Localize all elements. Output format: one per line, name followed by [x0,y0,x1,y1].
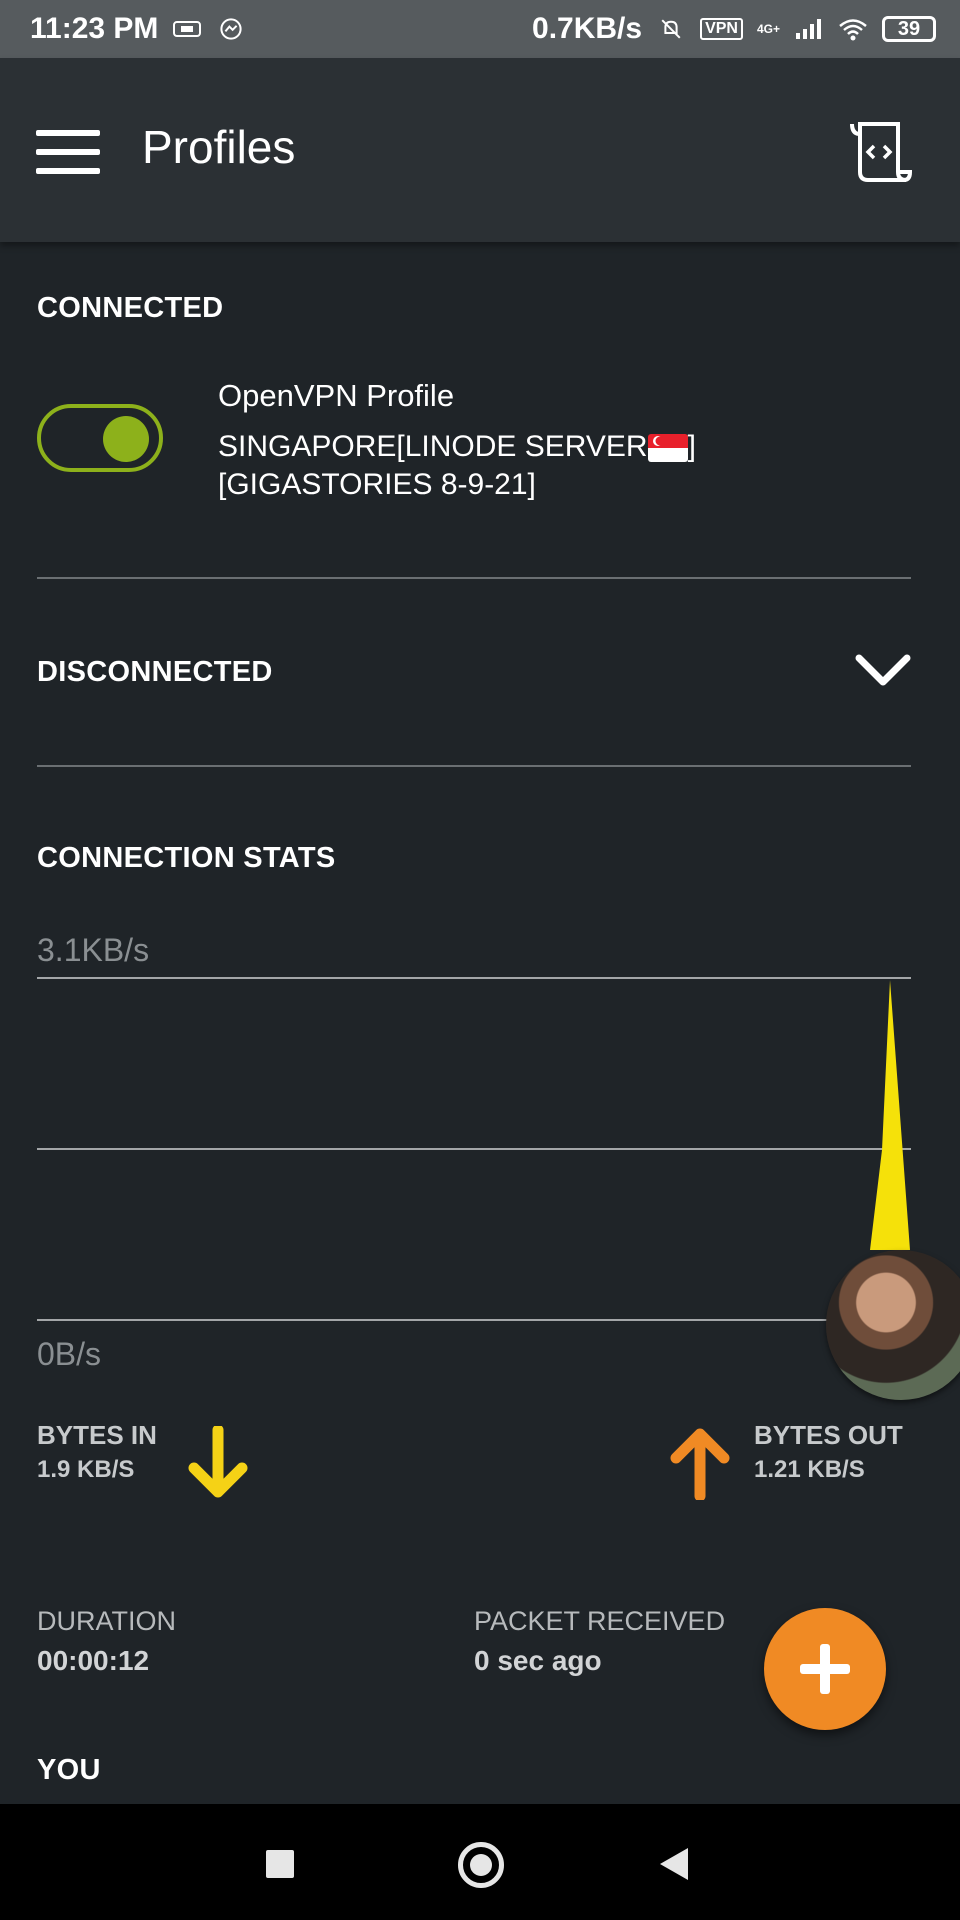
chart-gridline [37,1148,911,1150]
chart-gridline [37,977,911,979]
clock: 11:23 PM [30,12,159,45]
sim-card-icon [173,21,202,37]
arrow-up-icon [670,1428,730,1500]
battery-icon: 39 [882,16,936,42]
status-bar: 11:23 PM 0.7KB/s VPN 4G+ 39 [0,0,960,58]
wifi-icon [839,19,867,41]
home-button[interactable] [458,1842,504,1888]
you-heading: YOU [37,1754,101,1786]
messenger-icon [220,18,243,40]
singapore-flag-icon [647,434,688,463]
vpn-toggle[interactable] [37,404,163,472]
navigation-bar [0,1804,960,1920]
bytes-in-value: 1.9 KB/S [37,1456,135,1483]
profile-name[interactable]: OpenVPN Profile [218,378,454,414]
arrow-down-icon [188,1426,248,1498]
muted-bell-icon [661,19,681,39]
packet-received-label: PACKET RECEIVED [474,1606,726,1636]
chart-min-label: 0B/s [37,1336,102,1372]
signal-icon [796,19,821,39]
profile-server-close: ] [687,430,696,463]
network-type: 4G+ [756,22,780,36]
back-button[interactable] [660,1848,688,1880]
floating-avatar[interactable] [826,1250,960,1400]
vpn-badge: VPN [700,18,743,40]
divider [37,765,911,767]
bytes-out-label: BYTES OUT [754,1420,903,1450]
divider [37,577,911,579]
packet-received-value: 0 sec ago [474,1645,602,1676]
app-bar: Profiles [0,58,960,242]
disconnected-heading[interactable]: DISCONNECTED [37,656,273,689]
log-file-icon[interactable] [848,120,912,184]
chart-gridline [37,1319,911,1321]
bytes-out-value: 1.21 KB/S [754,1456,865,1483]
traffic-spike [870,980,910,1250]
chart-max-label: 3.1KB/s [37,932,150,968]
add-profile-button[interactable] [764,1608,886,1730]
chevron-down-icon[interactable] [854,650,912,690]
toggle-knob [103,416,149,462]
recents-button[interactable] [266,1850,294,1878]
connection-stats-heading: CONNECTION STATS [37,842,336,874]
duration-label: DURATION [37,1606,176,1636]
network-speed: 0.7KB/s [532,12,643,45]
page-title: Profiles [142,121,296,173]
menu-icon[interactable] [36,130,100,174]
profile-server: SINGAPORE[LINODE SERVER [218,430,648,463]
profile-detail[interactable]: SINGAPORE[LINODE SERVER] [GIGASTORIES 8-… [218,428,818,504]
profile-tag: [GIGASTORIES 8-9-21] [218,468,536,501]
bytes-in-label: BYTES IN [37,1420,157,1450]
duration-value: 00:00:12 [37,1645,150,1676]
connected-heading: CONNECTED [37,292,224,324]
